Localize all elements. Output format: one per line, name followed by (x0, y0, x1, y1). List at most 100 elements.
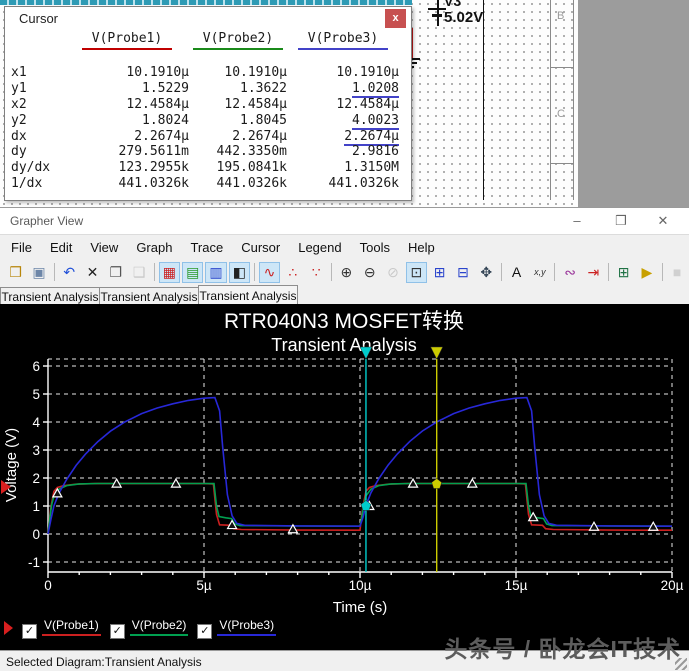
cursor-value: 279.5611m (118, 144, 189, 160)
zoom-out-icon[interactable]: ⊖ (359, 262, 380, 283)
black-white-icon[interactable]: ◧ (228, 261, 250, 283)
export-excel-icon[interactable]: ⊞ (613, 262, 634, 283)
cursor-table-row: dy/dx 123.2955k 195.0841k 1.3150M (9, 160, 409, 176)
zoom-vertical-icon[interactable]: ⊟ (452, 262, 473, 283)
cursor-value: 1.3622 (240, 80, 287, 96)
toolbar-separator (608, 263, 609, 281)
show-legend-icon[interactable]: ▤ (182, 261, 204, 283)
line-style-icon[interactable]: ∿ (258, 261, 281, 283)
pan-icon[interactable]: ✥ (476, 262, 497, 283)
x-tick-label: 10µ (349, 578, 372, 593)
cursor-value: 1.3150M (344, 160, 399, 176)
legend-checkbox[interactable]: ✓ (22, 623, 37, 639)
x-axis-label: Time (s) (333, 599, 387, 616)
open-icon[interactable]: ❒ (5, 262, 26, 283)
menu-file[interactable]: File (2, 237, 41, 258)
toolbar-separator (330, 263, 332, 281)
sheet-border (550, 163, 574, 164)
cursor-table-row: y2 1.8024 1.8045 4.0023 (9, 112, 409, 130)
cursor-value: 1.8045 (240, 112, 287, 128)
cursor-1[interactable] (359, 346, 373, 572)
column-header-label: V(Probe2) (192, 31, 284, 50)
y-tick-label: 0 (32, 527, 40, 542)
minimize-icon[interactable]: – (557, 208, 597, 234)
title-bar[interactable]: Grapher View – ❒ ✕ (0, 208, 689, 234)
cursor-value-underlined: 1.0208 (352, 80, 399, 98)
export-labview-icon[interactable]: ▶ (636, 262, 657, 283)
zoom-horizontal-icon[interactable]: ⊞ (429, 262, 450, 283)
cursor-table: V(Probe1) V(Probe2) V(Probe3) x1 10.1910µ 10.… (9, 31, 409, 192)
zoom-in-icon[interactable]: ⊕ (336, 262, 357, 283)
cursor-value: 4.0023 (287, 112, 399, 130)
legend-checkbox[interactable]: ✓ (197, 623, 213, 639)
cursor-value: 441.0326k (216, 176, 287, 192)
menu-legend[interactable]: Legend (289, 237, 350, 258)
chart-canvas[interactable]: RTR040N3 MOSFET转换Transient Analysis -1 0 1 2… (0, 304, 689, 650)
cursor-value: 1.0208 (287, 80, 399, 98)
menu-edit[interactable]: Edit (41, 237, 81, 258)
cursor-table-row: x1 10.1910µ 10.1910µ 10.1910µ (9, 65, 409, 81)
axes (43, 359, 673, 578)
schematic-canvas[interactable]: V3 5.02V B C Cursor x V(Probe1) V(Probe2)… (0, 0, 689, 207)
cursor-2[interactable] (430, 346, 444, 572)
point-style-icon[interactable]: ∴ (282, 262, 303, 283)
menu-view[interactable]: View (81, 237, 127, 258)
close-icon[interactable]: ✕ (643, 208, 683, 234)
menu-help[interactable]: Help (399, 237, 444, 258)
cursor-2-flag-icon[interactable] (430, 346, 444, 360)
cursor-value: 1.5229 (142, 80, 189, 96)
selected-trace-arrow-icon (4, 621, 13, 635)
cursor-value: 2.2674µ (232, 128, 287, 144)
sheet-border (573, 0, 574, 200)
add-text-icon[interactable]: A (506, 262, 527, 283)
battery-symbol (432, 14, 442, 17)
menu-graph[interactable]: Graph (127, 237, 181, 258)
save-icon[interactable]: ▣ (28, 262, 49, 283)
xy-readout-icon[interactable]: x,y (529, 262, 550, 283)
export-icon[interactable]: ⇥ (583, 262, 604, 283)
show-grid-icon[interactable]: ▦ (158, 261, 181, 283)
overlay-traces-icon[interactable]: ∾ (559, 262, 580, 283)
undo-icon[interactable]: ↶ (59, 262, 80, 283)
copy-icon[interactable]: ❐ (105, 262, 126, 283)
cursor-window-title: Cursor (19, 11, 59, 26)
line-point-style-icon[interactable]: ∵ (306, 262, 327, 283)
schematic-wire (483, 0, 484, 200)
cursor-value: 2.9816 (352, 144, 399, 160)
menu-tools[interactable]: Tools (351, 237, 399, 258)
tab-transient-analysis-3[interactable]: Transient Analysis (198, 285, 298, 304)
zoom-select-icon[interactable]: ⊡ (405, 261, 427, 283)
show-cursors-icon[interactable]: ▥ (205, 261, 227, 283)
menu-cursor[interactable]: Cursor (232, 237, 289, 258)
column-header-label: V(Probe1) (81, 31, 173, 50)
cursor-value: 195.0841k (216, 160, 287, 176)
cursor-value: 441.0326k (328, 176, 399, 192)
watermark-text: 头条号 / 卧龙会IT技术 (444, 636, 681, 662)
cursor-value: 123.2955k (118, 160, 189, 176)
y-tick-label: 3 (32, 443, 40, 458)
chart-area[interactable]: RTR040N3 MOSFET转换 Transient Analysis -1 0 1 2… (0, 304, 689, 650)
y-tick-label: -1 (28, 555, 40, 570)
tab-transient-analysis-1[interactable]: Transient Analysis (0, 287, 100, 304)
side-panel (578, 0, 689, 207)
y-tick-label: 6 (32, 359, 40, 374)
x-tick-label: 0 (44, 578, 52, 593)
cursor-table-header: V(Probe1) V(Probe2) V(Probe3) (9, 31, 409, 53)
legend-label: V(Probe2) (129, 618, 189, 636)
tab-bar: Transient Analysis Transient Analysis Tran… (0, 285, 689, 304)
column-header: V(Probe3) (287, 31, 399, 53)
battery-symbol (437, 0, 439, 26)
delete-icon[interactable]: ✕ (82, 262, 103, 283)
legend-item-vprobe3: ✓ V(Probe3) (197, 618, 277, 639)
menu-trace[interactable]: Trace (181, 237, 232, 258)
y-axis-label: Voltage (V) (3, 428, 20, 502)
grapher-window: Grapher View – ❒ ✕ File Edit View Graph Trac… (0, 207, 689, 671)
legend-label: V(Probe1) (42, 618, 101, 636)
paste-icon: ❑ (132, 263, 146, 280)
toolbar-separator (53, 263, 55, 281)
legend-checkbox[interactable]: ✓ (109, 623, 125, 639)
part-label: V3 (444, 0, 462, 9)
maximize-icon[interactable]: ❒ (601, 208, 641, 234)
close-icon[interactable]: x (385, 9, 406, 28)
tab-transient-analysis-2[interactable]: Transient Analysis (99, 287, 199, 304)
